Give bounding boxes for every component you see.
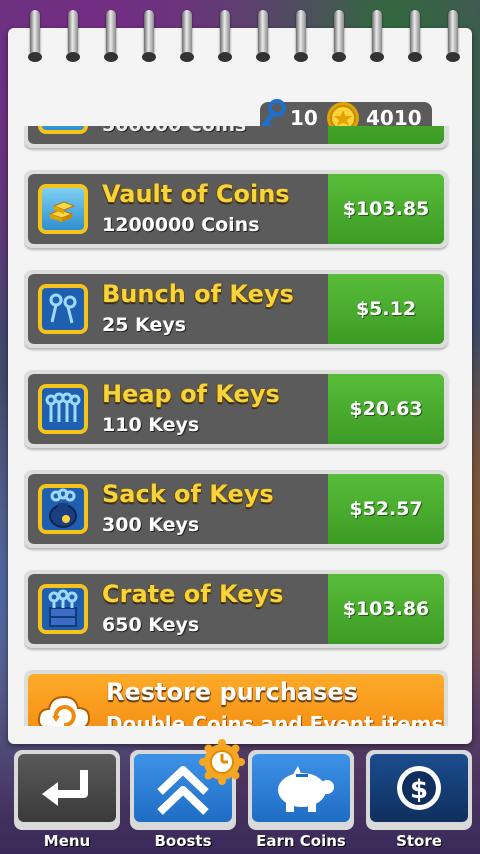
store-item-subtitle: 650 Keys <box>102 614 200 636</box>
store-item-title: Vault of Coins <box>102 180 290 208</box>
store-item-crate-of-keys[interactable]: Crate of Keys 650 Keys $103.86 <box>24 570 448 648</box>
binding-ring <box>410 10 420 56</box>
store-item-title: Sack of Keys <box>102 480 274 508</box>
store-item-subtitle: 300 Keys <box>102 514 200 536</box>
nav-store-label: Store <box>396 832 442 850</box>
binding-ring <box>372 10 382 56</box>
store-item-title: Heap of Keys <box>102 380 280 408</box>
binding-ring <box>258 10 268 56</box>
restore-purchases-button[interactable]: Restore purchases Double Coins and Event… <box>24 670 448 726</box>
binding-ring <box>68 10 78 56</box>
gold-bars-icon <box>38 184 88 234</box>
svg-text:$: $ <box>410 775 428 805</box>
binding-hole <box>370 52 384 62</box>
binding-ring <box>334 10 344 56</box>
key-sack-icon <box>38 484 88 534</box>
binding-hole <box>446 52 460 62</box>
coin-pile-icon <box>38 126 88 134</box>
store-item-subtitle: 1200000 Coins <box>102 214 260 236</box>
store-item-title: Bunch of Keys <box>102 280 294 308</box>
binding-hole <box>218 52 232 62</box>
binding-ring <box>144 10 154 56</box>
binding-hole <box>332 52 346 62</box>
binding-hole <box>408 52 422 62</box>
nav-store-button[interactable]: $ <box>366 750 472 830</box>
price-button[interactable]: $103.86 <box>328 574 444 644</box>
back-arrow-icon <box>42 770 88 806</box>
store-item-subtitle: 25 Keys <box>102 314 187 336</box>
price-button[interactable]: $20.63 <box>328 374 444 444</box>
store-item-list: 500000 Coins Vault of Coins 1200000 Coin… <box>24 126 450 726</box>
store-item-title: Crate of Keys <box>102 580 284 608</box>
store-item-sack-of-keys[interactable]: Sack of Keys 300 Keys $52.57 <box>24 470 448 548</box>
store-item-partial[interactable]: 500000 Coins <box>24 126 448 148</box>
nav-earn-coins-button[interactable] <box>248 750 354 830</box>
price-button[interactable]: $5.12 <box>328 274 444 344</box>
binding-ring <box>296 10 306 56</box>
dollar-coin-icon: $ <box>397 766 441 810</box>
binding-ring <box>182 10 192 56</box>
key-heap-icon <box>38 384 88 434</box>
timer-badge-icon <box>199 739 245 785</box>
binding-ring <box>106 10 116 56</box>
restore-subtitle: Double Coins and Event items <box>106 712 444 726</box>
binding-ring <box>448 10 458 56</box>
bottom-navigation: Menu Boosts Earn Coins $ Store <box>0 739 480 854</box>
nav-earn-coins-label: Earn Coins <box>256 832 346 850</box>
nav-menu-label: Menu <box>43 832 91 850</box>
binding-hole <box>294 52 308 62</box>
nav-menu-button[interactable] <box>14 750 120 830</box>
binding-hole <box>66 52 80 62</box>
store-item-bunch-of-keys[interactable]: Bunch of Keys 25 Keys $5.12 <box>24 270 448 348</box>
cloud-restore-icon <box>37 695 91 726</box>
binding-hole <box>104 52 118 62</box>
price-button[interactable]: $103.85 <box>328 174 444 244</box>
store-item-vault-of-coins[interactable]: Vault of Coins 1200000 Coins $103.85 <box>24 170 448 248</box>
key-crate-icon <box>38 584 88 634</box>
spiral-binding <box>22 10 474 90</box>
price-button[interactable] <box>328 126 444 144</box>
binding-hole <box>142 52 156 62</box>
binding-hole <box>256 52 270 62</box>
binding-hole <box>180 52 194 62</box>
binding-ring <box>30 10 40 56</box>
binding-hole <box>28 52 42 62</box>
key-bunch-icon <box>38 284 88 334</box>
store-item-subtitle: 500000 Coins <box>102 126 246 136</box>
piggy-bank-icon <box>278 766 334 812</box>
nav-boosts-label: Boosts <box>154 832 212 850</box>
store-item-heap-of-keys[interactable]: Heap of Keys 110 Keys $20.63 <box>24 370 448 448</box>
binding-ring <box>220 10 230 56</box>
store-item-subtitle: 110 Keys <box>102 414 200 436</box>
price-button[interactable]: $52.57 <box>328 474 444 544</box>
restore-title: Restore purchases <box>106 678 358 706</box>
